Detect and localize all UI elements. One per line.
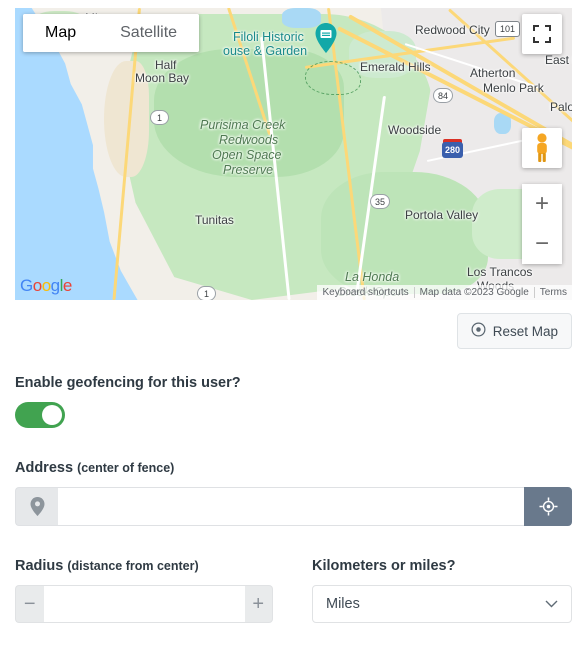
logo-letter: g [50,276,60,295]
reset-circle-icon [471,322,486,340]
logo-letter: o [41,276,51,295]
crosshair-icon [538,497,558,516]
units-select[interactable]: MilesKilometers [312,585,572,623]
locate-me-button[interactable] [524,487,572,526]
highway-shield: 35 [370,194,391,209]
map-pin-icon [15,487,58,526]
reset-map-label: Reset Map [492,323,558,339]
radius-increment-button[interactable]: + [244,585,273,623]
map-fullscreen-button[interactable] [522,14,562,54]
address-input[interactable] [58,487,524,526]
street-view-pegman-button[interactable] [522,128,562,168]
map-green-area [321,171,489,295]
reset-map-row: Reset Map [456,313,572,349]
radius-input[interactable] [43,585,245,623]
map-type-satellite-button[interactable]: Satellite [98,14,200,52]
map-container[interactable]: MiramarHalfMoon BayFiloli Historicouse &… [15,8,572,300]
toggle-knob [42,405,62,425]
logo-letter: o [32,276,42,295]
fullscreen-icon [533,25,551,43]
logo-letter: G [20,276,33,295]
radius-stepper-group: − + [15,585,273,623]
map-zoom-out-button[interactable]: − [522,224,562,264]
radius-label: Radius (distance from center) [15,558,199,574]
address-label-main: Address [15,460,74,476]
map-type-map-button[interactable]: Map [23,14,99,52]
highway-shield: 280 [442,142,464,158]
highway-shield: 84 [433,88,454,103]
reset-map-button[interactable]: Reset Map [456,313,572,349]
radius-label-main: Radius [15,558,64,574]
radius-decrement-button[interactable]: − [15,585,44,623]
map-attribution-bar: Keyboard shortcuts Map data ©2023 Google… [317,285,572,300]
map-data-copyright: Map data ©2023 Google [419,287,529,298]
terms-link[interactable]: Terms [535,285,572,300]
keyboard-shortcuts-link[interactable]: Keyboard shortcuts [317,285,413,300]
address-label: Address (center of fence) [15,460,174,476]
address-input-group [15,487,572,526]
units-select-wrapper: MilesKilometers [312,585,572,623]
map-type-toggle[interactable]: Map Satellite [23,14,200,52]
radius-label-sub: (distance from center) [67,559,199,573]
poi-marker-filoli[interactable] [315,23,337,53]
map-zoom-in-button[interactable]: + [522,184,562,224]
geofencing-settings-page: MiramarHalfMoon BayFiloli Historicouse &… [0,0,587,648]
geofence-toggle[interactable] [15,402,65,428]
pegman-icon [537,133,547,162]
address-label-sub: (center of fence) [77,461,175,475]
map-zoom-controls[interactable]: + − [522,184,562,264]
google-logo: Google [20,276,72,296]
geofence-label: Enable geofencing for this user? [15,375,241,391]
highway-shield: 1 [150,110,169,125]
logo-letter: e [62,276,72,295]
highway-shield: 101 [495,21,521,37]
units-label: Kilometers or miles? [312,558,456,574]
highway-shield: 1 [197,286,216,300]
